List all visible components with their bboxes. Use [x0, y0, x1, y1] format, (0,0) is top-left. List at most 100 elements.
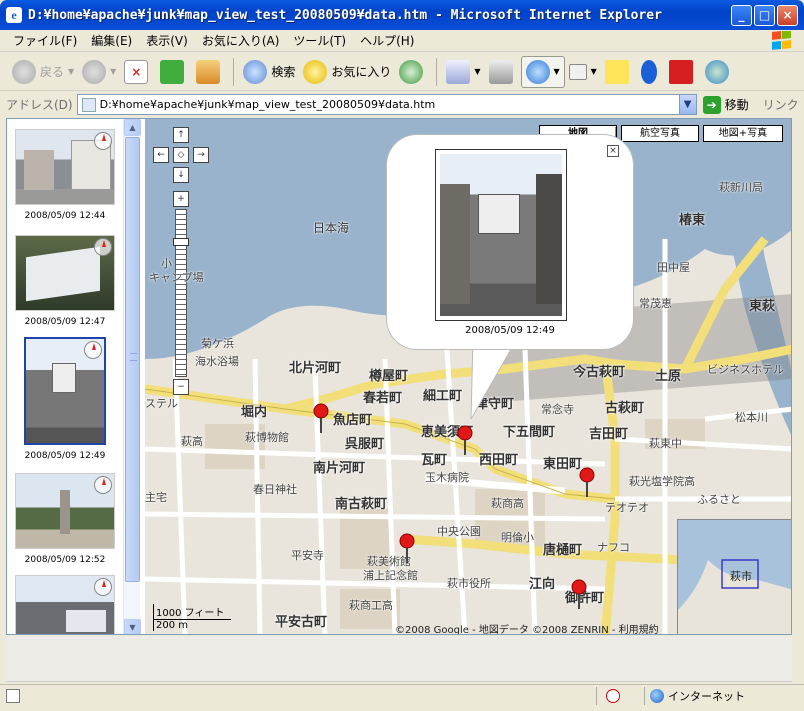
photo-item[interactable]: 2008/05/09 12:52: [13, 473, 117, 565]
photo-list-scrollbar[interactable]: ▲ ▼: [123, 119, 141, 634]
map-label-small: 萩新川局: [719, 181, 763, 194]
page-content: 2008/05/09 12:44 2008/05/09 12:47 2008/0…: [6, 118, 792, 635]
stop-button[interactable]: ×: [120, 56, 156, 88]
map-label: 細工町: [423, 389, 463, 404]
home-button[interactable]: [192, 56, 228, 88]
refresh-icon: [160, 59, 185, 84]
address-input[interactable]: D:¥home¥apache¥junk¥map_view_test_200805…: [76, 94, 697, 115]
map-label-small: ビジネスホテル: [707, 363, 784, 376]
messenger-button[interactable]: ▼: [520, 55, 565, 88]
zone-label: インターネット: [668, 690, 745, 703]
photo-thumbnail[interactable]: [15, 473, 115, 549]
favorites-button[interactable]: お気に入り: [299, 56, 395, 88]
map-label-small: テオテオ: [605, 501, 649, 514]
back-button[interactable]: 戻る ▼: [8, 56, 78, 88]
photo-date: 2008/05/09 12:47: [24, 317, 106, 327]
map-label: 平安古町: [275, 615, 328, 630]
research-button[interactable]: [665, 56, 701, 88]
privacy-icon[interactable]: [606, 689, 620, 703]
zoom-slider[interactable]: [173, 209, 189, 377]
photo-thumbnail[interactable]: [15, 575, 115, 634]
pan-up-icon[interactable]: ↑: [173, 127, 189, 143]
close-button[interactable]: ×: [777, 5, 798, 26]
scroll-down-icon[interactable]: ▼: [124, 619, 141, 634]
zoom-out-icon[interactable]: −: [173, 379, 189, 395]
bluetooth-button[interactable]: [637, 56, 665, 88]
photo-item-selected[interactable]: 2008/05/09 12:49: [13, 337, 117, 461]
sea-label: 日本海: [313, 221, 350, 235]
menu-help[interactable]: ヘルプ(H): [353, 32, 421, 49]
forward-button[interactable]: ▼: [78, 56, 120, 88]
edit-button[interactable]: ▼: [565, 56, 601, 88]
toolbar-separator: [233, 57, 235, 86]
map-label-small: 松本川: [735, 411, 768, 424]
home-icon: [196, 59, 221, 84]
search-button[interactable]: 検索: [239, 56, 299, 88]
maptype-satellite-button[interactable]: 航空写真: [621, 125, 699, 142]
windows-logo-icon: [772, 31, 791, 50]
address-dropdown-icon[interactable]: ▼: [678, 95, 696, 114]
maximize-button[interactable]: □: [754, 5, 775, 26]
history-button[interactable]: [395, 56, 431, 88]
scale-bar: 1000 フィート 200 m: [153, 604, 231, 631]
map-label-small: 常茂恵: [639, 297, 672, 310]
map-label: 唐樋町: [543, 543, 583, 558]
photo-item[interactable]: [13, 575, 117, 634]
toolbar-separator: [436, 57, 438, 86]
menu-tools[interactable]: ツール(T): [286, 32, 353, 49]
photo-thumbnail[interactable]: [15, 129, 115, 205]
pan-left-icon[interactable]: ←: [153, 147, 169, 163]
photo-marker-icon[interactable]: [313, 403, 329, 433]
pan-down-icon[interactable]: ↓: [173, 167, 189, 183]
scroll-up-icon[interactable]: ▲: [124, 119, 141, 136]
mail-button[interactable]: ▼: [442, 56, 484, 88]
photo-marker-icon[interactable]: [571, 579, 587, 609]
photo-date: 2008/05/09 12:49: [24, 451, 106, 461]
photo-thumbnail[interactable]: [15, 235, 115, 311]
close-icon[interactable]: ×: [607, 145, 619, 157]
edit-icon: [568, 63, 587, 80]
pan-center-icon[interactable]: ◇: [173, 147, 189, 163]
info-window: × 2008/05/09 12:49: [387, 135, 633, 349]
links-label[interactable]: リンク: [763, 96, 799, 113]
map-label-small: ステル: [145, 397, 178, 410]
menu-favorites[interactable]: お気に入り(A): [195, 32, 287, 49]
note-button[interactable]: [601, 56, 637, 88]
menu-edit[interactable]: 編集(E): [84, 32, 139, 49]
page-status-icon: [6, 688, 20, 703]
stop-icon: ×: [124, 59, 149, 84]
zoom-in-icon[interactable]: +: [173, 191, 189, 207]
overview-map[interactable]: 萩市: [677, 519, 791, 634]
map-label: 堀内: [241, 405, 268, 420]
scroll-thumb[interactable]: [125, 137, 140, 582]
forward-arrow-icon: [82, 59, 107, 84]
map-label-small: キャンプ場: [149, 271, 204, 284]
map-label: 南片河町: [313, 461, 366, 476]
map-label: 江向: [529, 577, 556, 592]
photo-marker-icon[interactable]: [399, 533, 415, 563]
go-button[interactable]: ➔ 移動: [702, 95, 749, 114]
map-label-small: 海水浴場: [195, 355, 239, 368]
maptype-hybrid-button[interactable]: 地図+写真: [703, 125, 783, 142]
map-label-small: 萩博物館: [245, 431, 289, 444]
address-label: アドレス(D): [6, 98, 73, 112]
search-label: 検索: [271, 65, 296, 79]
photo-thumbnail[interactable]: [24, 337, 106, 445]
go-arrow-icon: ➔: [702, 95, 721, 114]
menu-view[interactable]: 表示(V): [139, 32, 195, 49]
photo-item[interactable]: 2008/05/09 12:47: [13, 235, 117, 327]
photo-marker-icon[interactable]: [579, 467, 595, 497]
menu-file[interactable]: ファイル(F): [6, 32, 84, 49]
map-label-small: 菊ケ浜: [201, 337, 234, 350]
print-button[interactable]: [485, 56, 521, 88]
info-caption: 2008/05/09 12:49: [465, 325, 555, 336]
contacts-button[interactable]: [701, 56, 737, 88]
zoom-knob[interactable]: [173, 238, 189, 246]
refresh-button[interactable]: [156, 56, 192, 88]
minimize-button[interactable]: _: [731, 5, 752, 26]
photo-marker-icon[interactable]: [457, 425, 473, 455]
map-label-small: 平安寺: [291, 549, 324, 562]
photo-item[interactable]: 2008/05/09 12:44: [13, 129, 117, 221]
pan-right-icon[interactable]: →: [193, 147, 209, 163]
map[interactable]: 地図 航空写真 地図+写真 ↑ ← ◇ → ↓ + − 日本海 北片河町 樽屋町…: [145, 119, 791, 634]
